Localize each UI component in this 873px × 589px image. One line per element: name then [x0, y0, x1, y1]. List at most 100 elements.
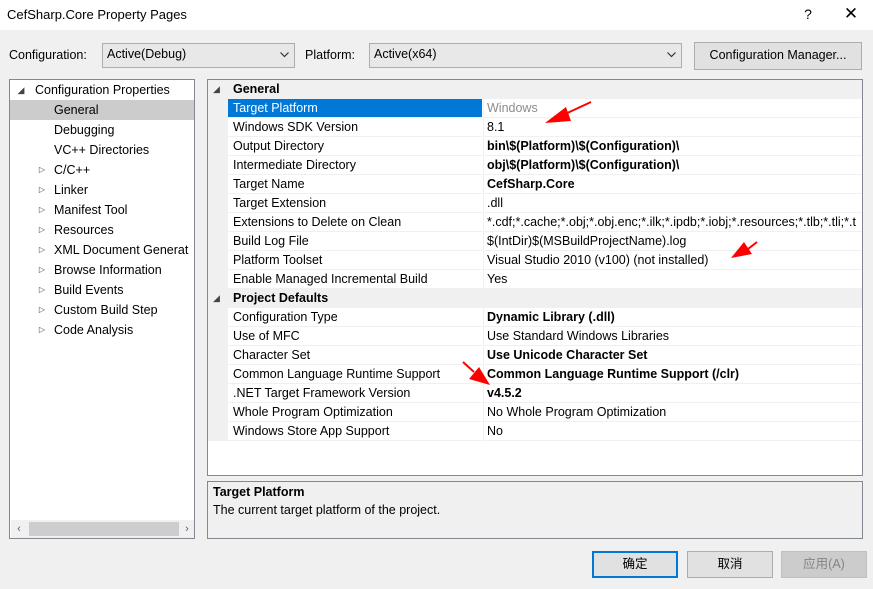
- horizontal-scrollbar[interactable]: ‹ ›: [11, 520, 194, 538]
- property-row[interactable]: Target Name CefSharp.Core: [208, 175, 862, 194]
- tree-item-debugging[interactable]: Debugging: [10, 120, 194, 140]
- property-value[interactable]: CefSharp.Core: [483, 175, 862, 194]
- property-row[interactable]: Output Directory bin\$(Platform)\$(Confi…: [208, 137, 862, 156]
- property-row[interactable]: Target Platform Windows: [208, 99, 862, 118]
- expand-arrow-icon[interactable]: ▷: [37, 300, 47, 320]
- category-project-defaults[interactable]: ◢ Project Defaults: [208, 289, 862, 308]
- property-row[interactable]: Platform Toolset Visual Studio 2010 (v10…: [208, 251, 862, 270]
- title-bar: CefSharp.Core Property Pages ? ✕: [0, 0, 873, 30]
- tree-item-xml-document-generator[interactable]: ▷ XML Document Generat: [10, 240, 194, 260]
- property-value[interactable]: obj\$(Platform)\$(Configuration)\: [483, 156, 862, 175]
- tree-item-build-events[interactable]: ▷ Build Events: [10, 280, 194, 300]
- tree-item-vc-directories[interactable]: VC++ Directories: [10, 140, 194, 160]
- expanded-triangle-icon: ◢: [17, 85, 25, 95]
- tree-item-manifest-tool[interactable]: ▷ Manifest Tool: [10, 200, 194, 220]
- tree-item-linker[interactable]: ▷ Linker: [10, 180, 194, 200]
- property-name: Build Log File: [228, 232, 482, 251]
- tree-item-label: Build Events: [54, 283, 124, 297]
- tree-root-label: Configuration Properties: [35, 83, 170, 97]
- property-value[interactable]: Common Language Runtime Support (/clr): [483, 365, 862, 384]
- tree-item-label: Manifest Tool: [54, 203, 128, 217]
- scroll-left-icon[interactable]: ‹: [11, 520, 27, 538]
- property-name: Enable Managed Incremental Build: [228, 270, 482, 289]
- apply-button: 应用(A): [781, 551, 867, 578]
- tree-item-label: General: [54, 103, 99, 117]
- tree-item-label: Code Analysis: [54, 323, 134, 337]
- expand-arrow-icon[interactable]: ▷: [37, 160, 47, 180]
- property-name: Target Extension: [228, 194, 482, 213]
- property-value[interactable]: Use Unicode Character Set: [483, 346, 862, 365]
- tree-root[interactable]: ◢ Configuration Properties: [10, 80, 194, 100]
- property-value[interactable]: $(IntDir)$(MSBuildProjectName).log: [483, 232, 862, 251]
- property-tree[interactable]: ◢ Configuration Properties General Debug…: [9, 79, 195, 539]
- property-value[interactable]: Yes: [483, 270, 862, 289]
- configuration-manager-button[interactable]: Configuration Manager...: [694, 42, 862, 70]
- expand-arrow-icon[interactable]: ▷: [37, 200, 47, 220]
- tree-item-resources[interactable]: ▷ Resources: [10, 220, 194, 240]
- description-text: The current target platform of the proje…: [213, 503, 441, 517]
- property-row[interactable]: Target Extension .dll: [208, 194, 862, 213]
- property-row[interactable]: Whole Program Optimization No Whole Prog…: [208, 403, 862, 422]
- configuration-dropdown[interactable]: Active(Debug): [102, 43, 295, 68]
- property-row[interactable]: Enable Managed Incremental Build Yes: [208, 270, 862, 289]
- property-name: Intermediate Directory: [228, 156, 482, 175]
- property-value[interactable]: Dynamic Library (.dll): [483, 308, 862, 327]
- tree-item-browse-information[interactable]: ▷ Browse Information: [10, 260, 194, 280]
- property-row[interactable]: Intermediate Directory obj\$(Platform)\$…: [208, 156, 862, 175]
- scroll-right-icon[interactable]: ›: [179, 520, 194, 538]
- property-row[interactable]: Common Language Runtime Support Common L…: [208, 365, 862, 384]
- tree-item-label: VC++ Directories: [54, 143, 150, 157]
- category-label: Project Defaults: [233, 291, 329, 305]
- ok-button[interactable]: 确定: [592, 551, 678, 578]
- property-row[interactable]: Configuration Type Dynamic Library (.dll…: [208, 308, 862, 327]
- property-name: Character Set: [228, 346, 482, 365]
- property-value[interactable]: .dll: [483, 194, 862, 213]
- property-value[interactable]: *.cdf;*.cache;*.obj;*.obj.enc;*.ilk;*.ip…: [483, 213, 862, 232]
- collapse-triangle-icon[interactable]: ◢: [213, 80, 223, 99]
- tree-item-custom-build-step[interactable]: ▷ Custom Build Step: [10, 300, 194, 320]
- tree-item-c-cpp[interactable]: ▷ C/C++: [10, 160, 194, 180]
- property-value[interactable]: v4.5.2: [483, 384, 862, 403]
- property-row[interactable]: Windows SDK Version 8.1: [208, 118, 862, 137]
- property-name: Target Name: [228, 175, 482, 194]
- property-name: Extensions to Delete on Clean: [228, 213, 482, 232]
- property-name: Target Platform: [228, 99, 482, 118]
- property-value[interactable]: Visual Studio 2010 (v100) (not installed…: [483, 251, 862, 270]
- close-button[interactable]: ✕: [838, 2, 864, 26]
- property-value[interactable]: bin\$(Platform)\$(Configuration)\: [483, 137, 862, 156]
- help-button[interactable]: ?: [797, 2, 819, 26]
- property-grid[interactable]: ◢ General Target Platform Windows Window…: [207, 79, 863, 476]
- configuration-value: Active(Debug): [107, 47, 187, 61]
- property-row[interactable]: Build Log File $(IntDir)$(MSBuildProject…: [208, 232, 862, 251]
- expand-arrow-icon[interactable]: ▷: [37, 260, 47, 280]
- expand-arrow-icon[interactable]: ▷: [37, 320, 47, 340]
- platform-label: Platform:: [305, 48, 356, 62]
- property-value[interactable]: Windows: [483, 99, 862, 118]
- expand-arrow-icon[interactable]: ▷: [37, 240, 47, 260]
- scrollbar-thumb[interactable]: [29, 522, 179, 536]
- platform-dropdown[interactable]: Active(x64): [369, 43, 682, 68]
- tree-item-label: XML Document Generat: [54, 243, 189, 257]
- property-value[interactable]: Use Standard Windows Libraries: [483, 327, 862, 346]
- expand-arrow-icon[interactable]: ▷: [37, 180, 47, 200]
- expand-arrow-icon[interactable]: ▷: [37, 280, 47, 300]
- property-row[interactable]: .NET Target Framework Version v4.5.2: [208, 384, 862, 403]
- expand-arrow-icon[interactable]: ▷: [37, 220, 47, 240]
- property-row[interactable]: Character Set Use Unicode Character Set: [208, 346, 862, 365]
- property-value[interactable]: No Whole Program Optimization: [483, 403, 862, 422]
- property-value[interactable]: 8.1: [483, 118, 862, 137]
- property-row[interactable]: Use of MFC Use Standard Windows Librarie…: [208, 327, 862, 346]
- property-name: Windows Store App Support: [228, 422, 482, 441]
- tree-item-label: Linker: [54, 183, 89, 197]
- property-name: Configuration Type: [228, 308, 482, 327]
- property-row[interactable]: Extensions to Delete on Clean *.cdf;*.ca…: [208, 213, 862, 232]
- tree-item-label: Debugging: [54, 123, 115, 137]
- description-panel: Target Platform The current target platf…: [207, 481, 863, 539]
- property-value[interactable]: No: [483, 422, 862, 441]
- collapse-triangle-icon[interactable]: ◢: [213, 289, 223, 308]
- tree-item-general[interactable]: General: [10, 100, 194, 120]
- property-row[interactable]: Windows Store App Support No: [208, 422, 862, 441]
- category-general[interactable]: ◢ General: [208, 80, 862, 99]
- cancel-button[interactable]: 取消: [687, 551, 773, 578]
- tree-item-code-analysis[interactable]: ▷ Code Analysis: [10, 320, 194, 340]
